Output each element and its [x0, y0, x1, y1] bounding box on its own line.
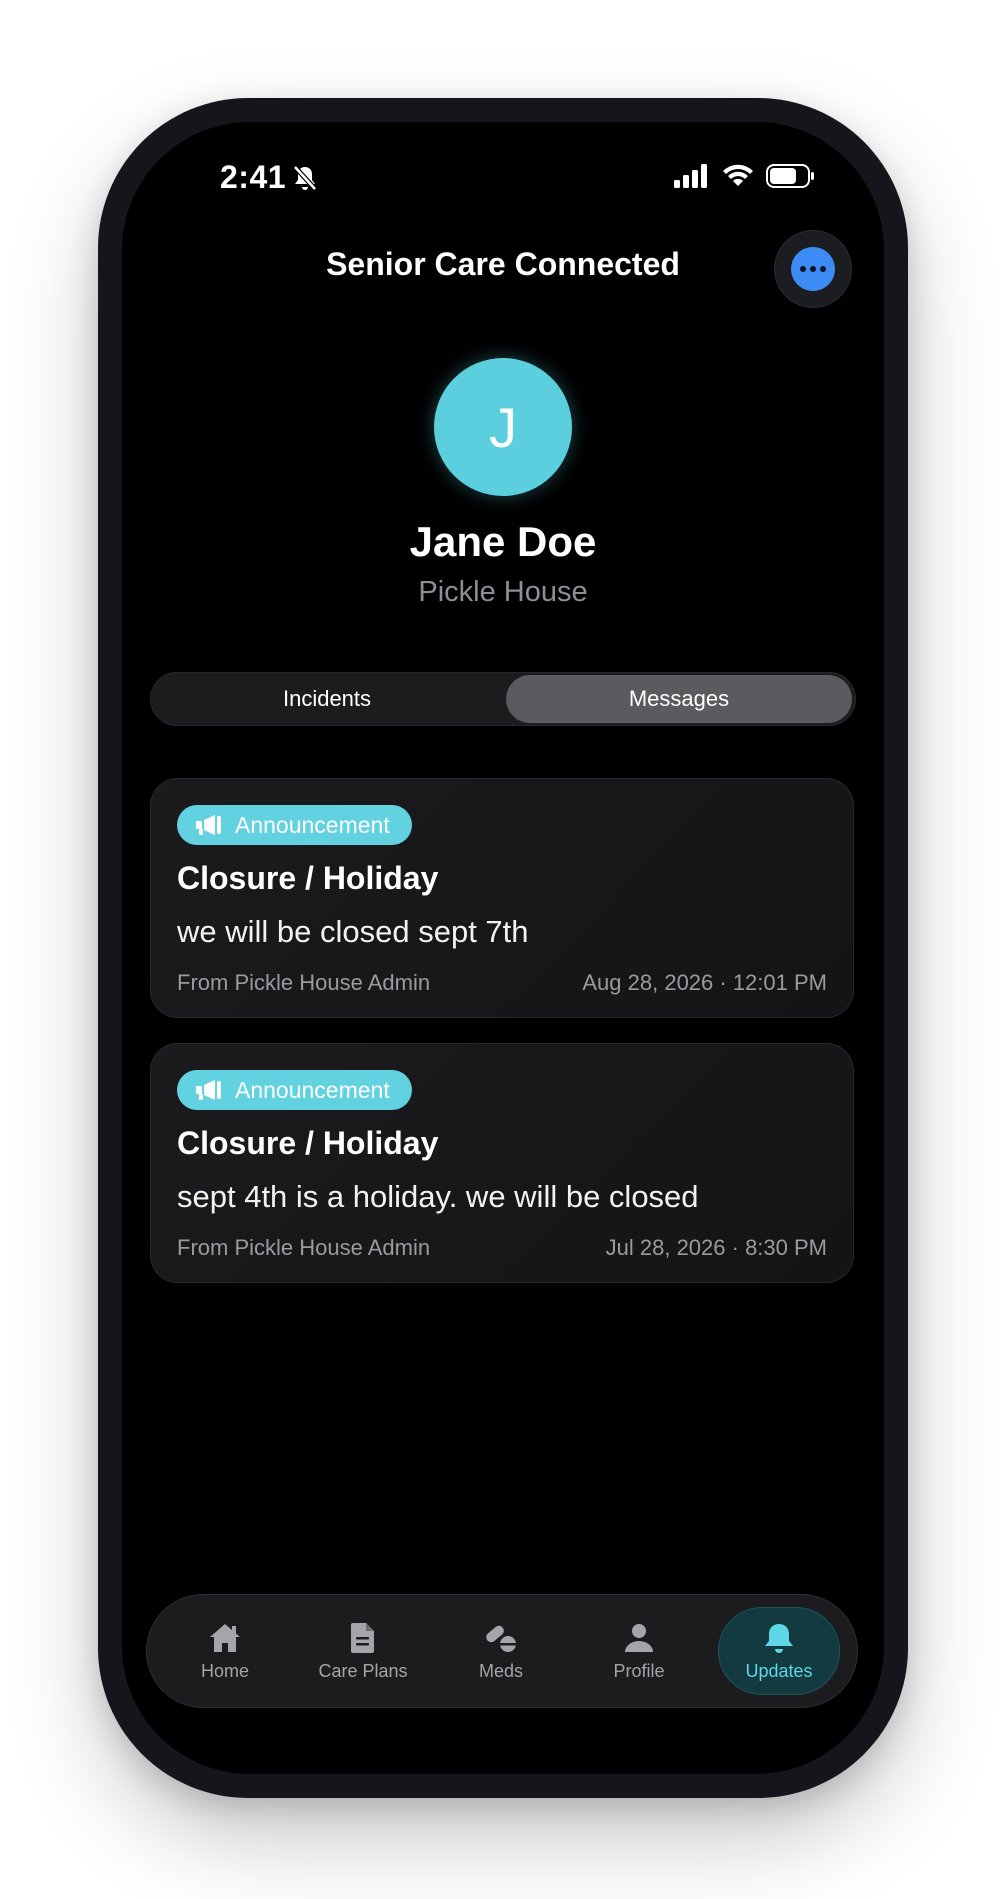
tab-home-label: Home [200, 1660, 249, 1681]
status-icons [674, 164, 816, 188]
tab-profile-label: Profile [613, 1660, 665, 1681]
tab-messages[interactable]: Messages [506, 675, 852, 723]
cellular-signal-icon [674, 164, 707, 188]
document-icon [351, 1622, 374, 1653]
profile-location: Pickle House [418, 576, 588, 608]
person-icon [625, 1623, 653, 1652]
tab-care-plans[interactable]: Care Plans [303, 1608, 423, 1694]
tab-care-plans-label: Care Plans [318, 1660, 408, 1681]
message-card[interactable]: Announcement Closure / Holiday we will b… [150, 778, 854, 1018]
message-body: sept 4th is a holiday. we will be closed [177, 1179, 699, 1214]
avatar: J [434, 358, 572, 496]
bell-icon [765, 1623, 793, 1653]
message-sender: From Pickle House Admin [177, 1235, 431, 1260]
tab-meds[interactable]: Meds [441, 1608, 561, 1694]
badge-label: Announcement [235, 811, 390, 838]
bell-slash-icon [293, 164, 317, 191]
page-title: Senior Care Connected [326, 246, 680, 282]
message-title: Closure / Holiday [177, 860, 439, 896]
house-icon [210, 1623, 240, 1652]
message-sender: From Pickle House Admin [177, 970, 431, 995]
status-time: 2:41 [220, 159, 318, 196]
announcement-badge: Announcement [177, 805, 412, 845]
wifi-icon [723, 164, 753, 186]
message-card[interactable]: Announcement Closure / Holiday sept 4th … [150, 1043, 854, 1283]
tab-meds-label: Meds [478, 1660, 523, 1681]
app-screen: 2:41 Senior Care Connected J Jane Doe Pi… [122, 122, 884, 1774]
badge-label: Announcement [235, 1076, 390, 1103]
phone-frame: 2:41 Senior Care Connected J Jane Doe Pi… [98, 98, 908, 1798]
message-timestamp: Aug 28, 2026 · 12:01 PM [582, 970, 827, 995]
message-body: we will be closed sept 7th [177, 914, 529, 949]
pills-icon [486, 1625, 517, 1652]
status-time-label: 2:41 [220, 159, 287, 195]
battery-icon [766, 164, 814, 188]
bottom-tab-bar: Home Care Plans Meds Profile Updates [146, 1594, 858, 1708]
ellipsis-icon [791, 247, 835, 291]
tab-home[interactable]: Home [165, 1608, 285, 1694]
tab-updates[interactable]: Updates [718, 1607, 840, 1695]
more-options-button[interactable] [774, 230, 852, 308]
announcement-badge: Announcement [177, 1070, 412, 1110]
tab-incidents[interactable]: Incidents [154, 675, 500, 723]
profile-name: Jane Doe [409, 518, 597, 565]
message-title: Closure / Holiday [177, 1125, 439, 1161]
megaphone-icon [196, 815, 221, 835]
message-timestamp: Jul 28, 2026 · 8:30 PM [605, 1235, 827, 1260]
megaphone-icon [196, 1080, 221, 1100]
tab-profile[interactable]: Profile [579, 1608, 699, 1694]
segmented-control: Incidents Messages [150, 672, 856, 726]
tab-updates-label: Updates [745, 1660, 813, 1681]
